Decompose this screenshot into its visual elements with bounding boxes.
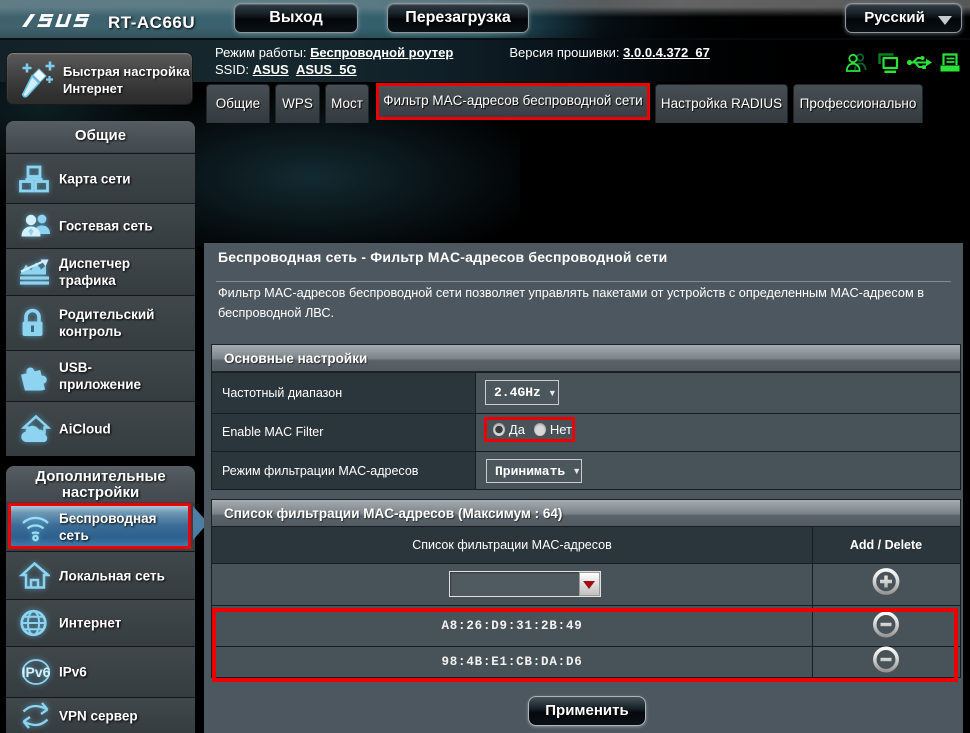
svg-text:IPv6: IPv6	[22, 664, 51, 680]
